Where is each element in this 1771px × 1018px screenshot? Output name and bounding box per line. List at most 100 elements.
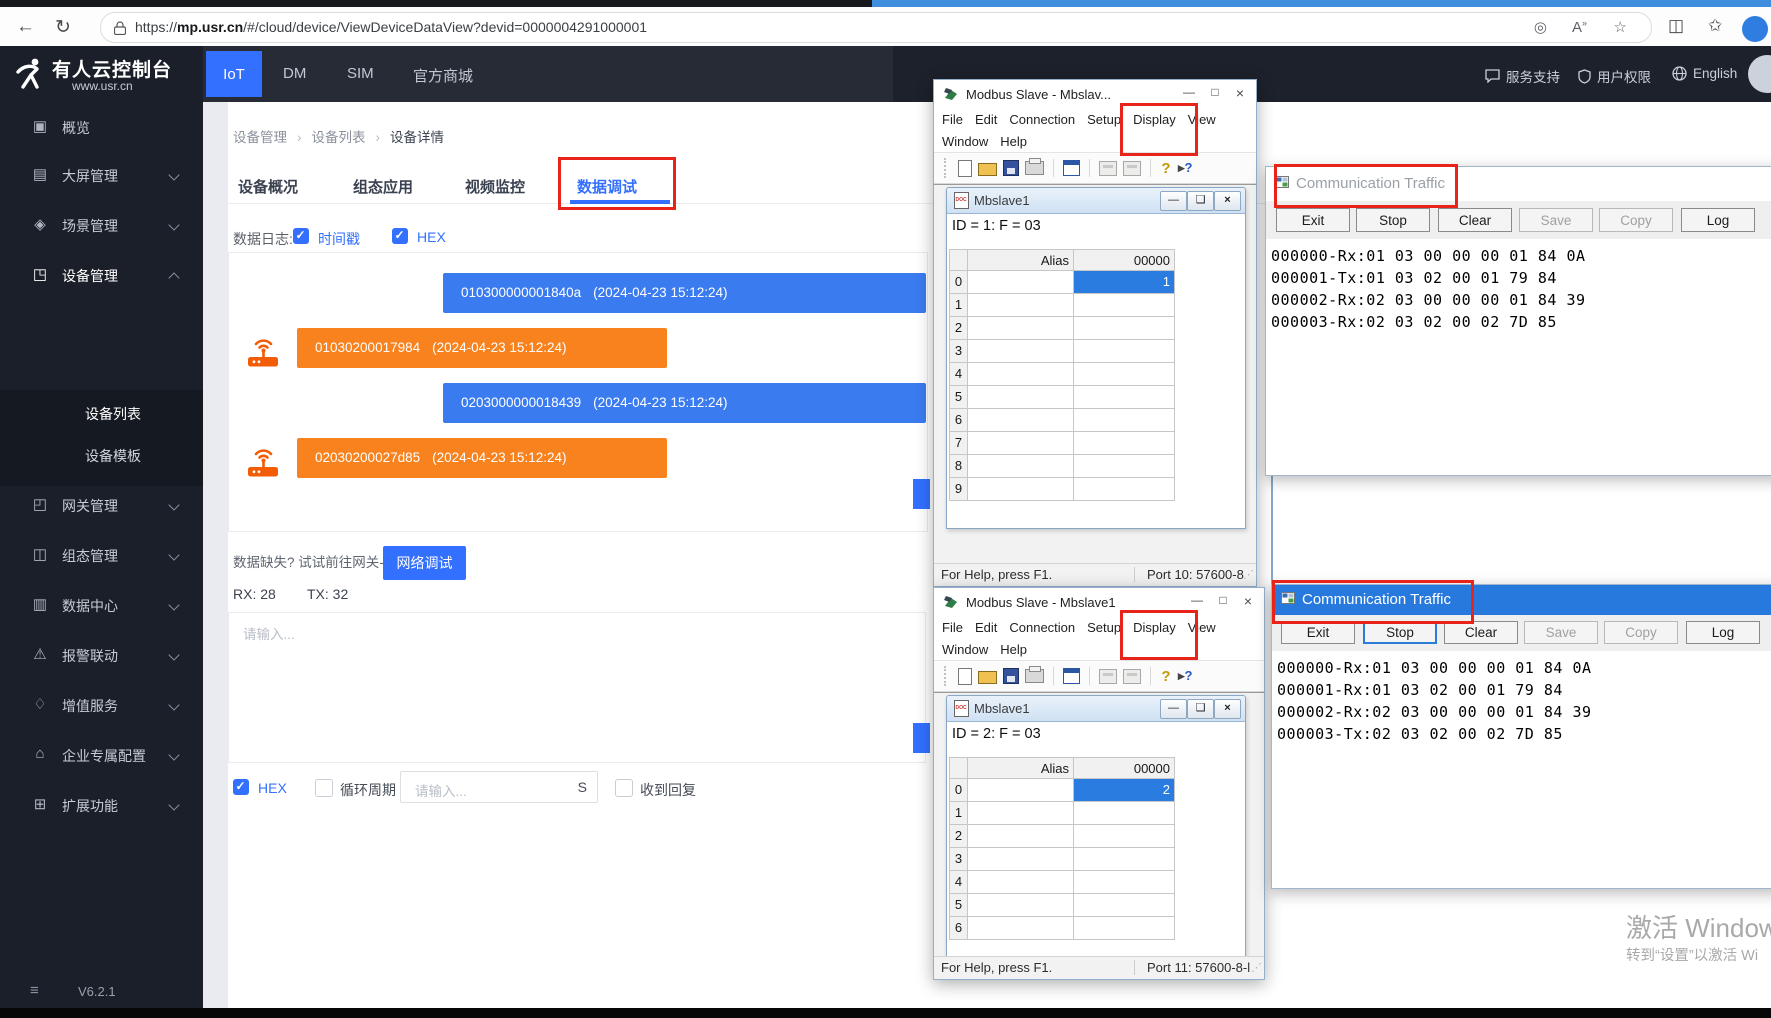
clear-button[interactable]: Clear: [1438, 208, 1512, 232]
register-value-cell[interactable]: [1074, 871, 1175, 894]
sidebar-item-scene-mgmt[interactable]: ◈ 场景管理: [0, 208, 203, 242]
doc-titlebar[interactable]: Mbslave1 — ❑ ×: [947, 188, 1245, 214]
alias-cell[interactable]: [968, 294, 1074, 317]
sidebar-item-gateway-mgmt[interactable]: ◰ 网关管理: [0, 488, 203, 522]
send-data-textarea[interactable]: 请输入...: [228, 612, 926, 763]
restore-icon[interactable]: ❑: [1187, 699, 1214, 719]
save-icon[interactable]: [1003, 668, 1019, 684]
log-button[interactable]: Log: [1686, 621, 1760, 644]
menu-setup[interactable]: Setup: [1087, 620, 1121, 635]
header-support[interactable]: 服务支持: [1485, 66, 1560, 86]
partial-hidden-button[interactable]: [913, 479, 930, 509]
print-icon[interactable]: [1025, 158, 1044, 175]
minimize-icon[interactable]: —: [1186, 593, 1208, 611]
register-value-cell[interactable]: [1074, 340, 1175, 363]
context-help-icon[interactable]: ▸?: [1178, 160, 1200, 176]
back-icon[interactable]: ←: [16, 16, 35, 38]
resize-grip[interactable]: ⋰: [1243, 568, 1254, 581]
disconnect-device-icon[interactable]: [1123, 160, 1141, 176]
modbus-slave-window-1[interactable]: Modbus Slave - Mbslav... — □ × File Edit…: [933, 79, 1257, 587]
alias-cell[interactable]: [968, 802, 1074, 825]
window-titlebar[interactable]: Modbus Slave - Mbslave1 — □ ×: [934, 588, 1264, 616]
stop-button[interactable]: Stop: [1363, 621, 1437, 644]
collapse-sidebar-icon[interactable]: ≡: [30, 982, 39, 999]
context-help-icon[interactable]: ▸?: [1178, 668, 1200, 684]
sidebar-item-extensions[interactable]: ⊞ 扩展功能: [0, 788, 203, 822]
menu-connection[interactable]: Connection: [1009, 112, 1075, 127]
open-file-icon[interactable]: [978, 163, 997, 176]
hex-log-checkbox[interactable]: [392, 228, 408, 244]
timestamp-label[interactable]: 时间戳: [318, 229, 360, 249]
location-icon[interactable]: ◎: [1534, 18, 1547, 36]
alias-cell[interactable]: [968, 317, 1074, 340]
sidebar-item-data-center[interactable]: ▥ 数据中心: [0, 588, 203, 622]
register-value-cell[interactable]: [1074, 363, 1175, 386]
register-value-cell[interactable]: [1074, 455, 1175, 478]
register-value-cell[interactable]: [1074, 478, 1175, 501]
sidebar-item-screen-mgmt[interactable]: ▤ 大屏管理: [0, 158, 203, 192]
communication-traffic-window-1[interactable]: Communication Traffic Exit Stop Clear Sa…: [1265, 166, 1771, 476]
breadcrumb-device-list[interactable]: 设备列表: [312, 130, 366, 145]
menu-help[interactable]: Help: [1000, 642, 1027, 657]
register-value-cell[interactable]: [1074, 386, 1175, 409]
alias-cell[interactable]: [968, 848, 1074, 871]
connect-device-icon[interactable]: [1099, 160, 1117, 176]
alias-cell[interactable]: [968, 409, 1074, 432]
network-debug-button[interactable]: 网络调试: [383, 546, 466, 580]
tab-scada-app[interactable]: 组态应用: [353, 176, 413, 197]
exit-button[interactable]: Exit: [1281, 621, 1355, 644]
alias-cell[interactable]: [968, 386, 1074, 409]
sidebar-item-device-mgmt[interactable]: ◳ 设备管理: [0, 258, 203, 292]
register-value-cell[interactable]: [1074, 825, 1175, 848]
user-avatar[interactable]: [1748, 55, 1771, 93]
alias-cell[interactable]: [968, 894, 1074, 917]
address-bar[interactable]: https://mp.usr.cn/#/cloud/device/ViewDev…: [100, 12, 1652, 43]
mbslave-doc-window[interactable]: Mbslave1 — ❑ × ID = 1: F = 03 Alias 0000…: [946, 187, 1246, 529]
sidebar-item-overview[interactable]: ▣ 概览: [0, 110, 203, 144]
partial-hidden-send-button[interactable]: [913, 723, 930, 753]
hex-log-label[interactable]: HEX: [417, 229, 446, 245]
help-icon[interactable]: ?: [1160, 160, 1172, 177]
register-value-cell[interactable]: [1074, 317, 1175, 340]
menu-window[interactable]: Window: [942, 642, 988, 657]
nav-tab-iot[interactable]: IoT: [206, 51, 262, 97]
reply-label[interactable]: 收到回复: [640, 780, 696, 800]
sidebar-item-value-added[interactable]: ♢ 增值服务: [0, 688, 203, 722]
register-value-cell[interactable]: [1074, 802, 1175, 825]
alias-cell[interactable]: [968, 871, 1074, 894]
cycle-period-input[interactable]: 请输入... S: [400, 771, 598, 803]
address-column-header[interactable]: 00000: [1074, 249, 1175, 271]
register-value-cell[interactable]: [1074, 894, 1175, 917]
browser-profile-avatar[interactable]: [1742, 16, 1768, 42]
open-file-icon[interactable]: [978, 671, 997, 684]
maximize-icon[interactable]: □: [1212, 593, 1234, 611]
header-language[interactable]: English: [1672, 66, 1737, 81]
register-value-cell[interactable]: [1074, 409, 1175, 432]
tab-video-monitor[interactable]: 视频监控: [465, 176, 525, 197]
sidebar-item-device-template[interactable]: 设备模板: [85, 446, 141, 466]
save-icon[interactable]: [1003, 160, 1019, 176]
menu-connection[interactable]: Connection: [1009, 620, 1075, 635]
close-icon[interactable]: ×: [1214, 699, 1241, 719]
menu-file[interactable]: File: [942, 112, 963, 127]
register-value-cell[interactable]: [1074, 848, 1175, 871]
alias-cell[interactable]: [968, 825, 1074, 848]
new-file-icon[interactable]: [958, 667, 972, 685]
alias-cell[interactable]: [968, 271, 1074, 294]
favorite-star-icon[interactable]: ☆: [1614, 18, 1627, 36]
disconnect-device-icon[interactable]: [1123, 668, 1141, 684]
hex-send-label[interactable]: HEX: [258, 780, 287, 796]
favorites-bar-icon[interactable]: ✩: [1708, 16, 1722, 36]
sidebar-item-device-list[interactable]: 设备列表: [85, 404, 141, 424]
minimize-icon[interactable]: —: [1160, 699, 1187, 719]
mbslave-doc-window[interactable]: Mbslave1 — ❑ × ID = 2: F = 03 Alias 0000…: [946, 695, 1246, 958]
alias-column-header[interactable]: Alias: [968, 757, 1074, 779]
alias-cell[interactable]: [968, 432, 1074, 455]
setup-window-icon[interactable]: [1063, 668, 1080, 684]
menu-edit[interactable]: Edit: [975, 112, 997, 127]
menu-help[interactable]: Help: [1000, 134, 1027, 149]
logo-block[interactable]: 有人云控制台 www.usr.cn: [0, 46, 203, 102]
tab-device-overview[interactable]: 设备概况: [238, 176, 298, 197]
close-icon[interactable]: ×: [1229, 85, 1251, 103]
communication-traffic-window-2[interactable]: Communication Traffic Exit Stop Clear Sa…: [1271, 584, 1771, 889]
